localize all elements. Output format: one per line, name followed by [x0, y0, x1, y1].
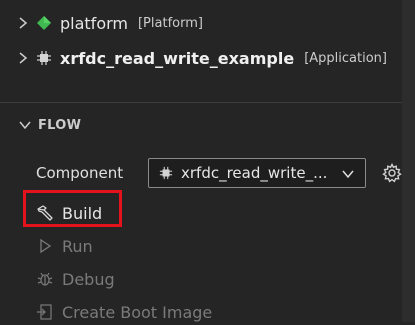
- tree-item-label: xrfdc_read_write_example: [60, 48, 295, 68]
- boot-image-icon: [37, 304, 52, 320]
- component-row: Component xrfdc_read_write_...: [36, 157, 366, 189]
- play-icon: [40, 238, 52, 254]
- chevron-down-icon[interactable]: [18, 118, 32, 132]
- flow-section-header[interactable]: FLOW: [0, 108, 402, 142]
- debug-action[interactable]: Debug: [36, 266, 115, 292]
- build-label: Build: [62, 203, 103, 223]
- chip-icon: [37, 51, 51, 65]
- bug-icon: [37, 272, 53, 286]
- flow-title: FLOW: [38, 117, 82, 133]
- component-label: Component: [36, 164, 124, 182]
- create-boot-image-label: Create Boot Image: [62, 302, 213, 322]
- tree-item-tag: [Platform]: [137, 15, 203, 31]
- chevron-down-icon[interactable]: [341, 167, 355, 181]
- section-divider: [0, 102, 402, 103]
- create-boot-image-action[interactable]: Create Boot Image: [36, 299, 212, 325]
- component-select[interactable]: xrfdc_read_write_...: [148, 158, 366, 188]
- platform-diamond-icon: [37, 16, 51, 30]
- tree-item-label: platform: [60, 13, 128, 33]
- run-label: Run: [62, 236, 93, 256]
- tree-item-application[interactable]: xrfdc_read_write_example [Application]: [16, 45, 387, 71]
- tree-item-platform[interactable]: platform [Platform]: [16, 10, 203, 36]
- tree-item-tag: [Application]: [304, 50, 387, 66]
- build-action[interactable]: Build: [36, 200, 102, 226]
- explorer-tree: platform [Platform] xrfdc_read_write_exa…: [0, 0, 402, 102]
- chip-icon: [159, 166, 173, 180]
- debug-label: Debug: [62, 269, 115, 289]
- gear-icon[interactable]: [382, 163, 402, 183]
- chevron-right-icon[interactable]: [16, 51, 30, 65]
- hammer-icon: [37, 205, 53, 221]
- run-action[interactable]: Run: [36, 233, 93, 259]
- chevron-right-icon[interactable]: [16, 16, 30, 30]
- component-select-value: xrfdc_read_write_...: [181, 164, 328, 182]
- scrollbar[interactable]: [402, 0, 415, 322]
